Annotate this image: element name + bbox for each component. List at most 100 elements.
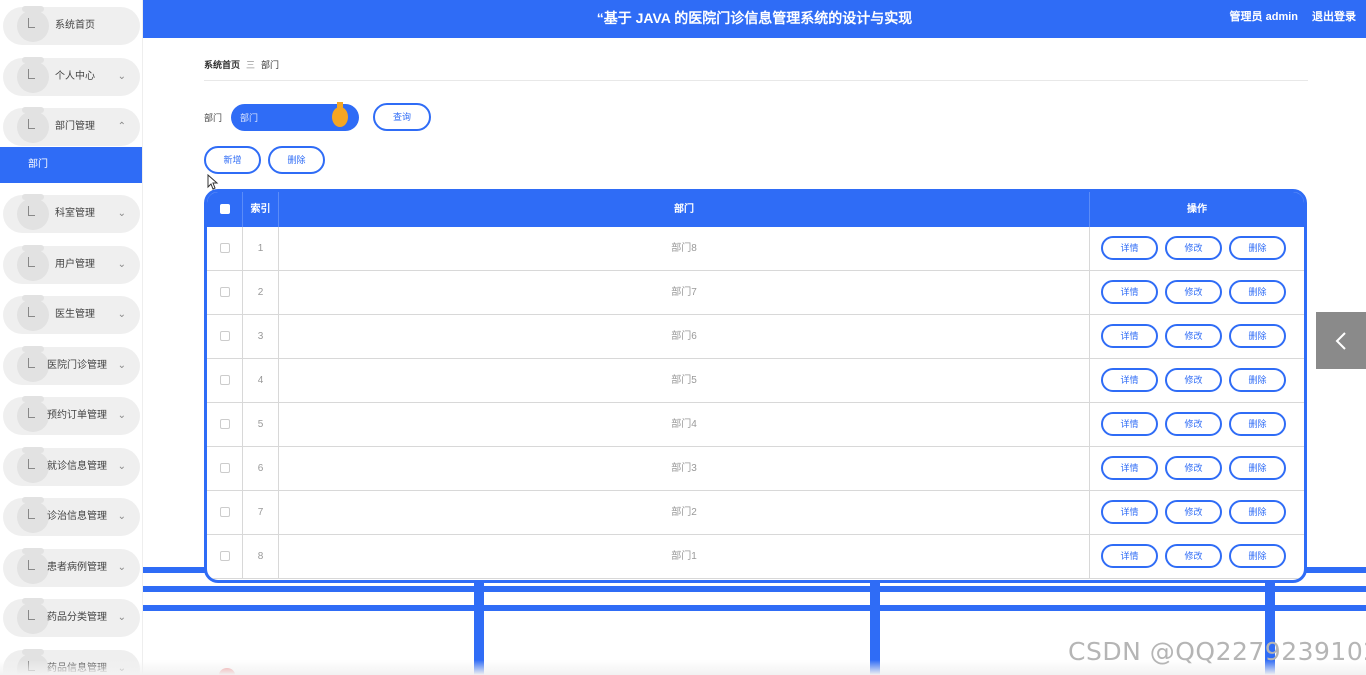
table-row: 3 部门6 详情 修改 删除 (207, 315, 1304, 359)
row-checkbox[interactable] (219, 419, 230, 430)
sidebar-item[interactable]: 药品信息管理 ⌄ (3, 649, 140, 675)
detail-button[interactable]: 详情 (1101, 324, 1158, 348)
row-checkbox[interactable] (219, 243, 230, 254)
sidebar-item[interactable]: 科室管理 ⌄ (3, 194, 140, 233)
sidebar-item[interactable]: 个人中心 ⌄ (3, 57, 140, 96)
batch-delete-button[interactable]: 删除 (268, 146, 325, 174)
breadcrumb: 系统首页三部门 (204, 58, 279, 71)
row-department-name: 部门3 (279, 447, 1090, 491)
row-department-name: 部门6 (279, 315, 1090, 359)
delete-button[interactable]: 删除 (1229, 456, 1286, 480)
edit-button[interactable]: 修改 (1165, 236, 1222, 260)
row-checkbox[interactable] (219, 551, 230, 562)
sidebar-item[interactable]: 医生管理 ⌄ (3, 295, 140, 334)
table-row: 4 部门5 详情 修改 删除 (207, 359, 1304, 403)
chevron-down-icon: ⌄ (117, 259, 126, 270)
edit-button[interactable]: 修改 (1165, 280, 1222, 304)
menu-item-icon (17, 346, 49, 382)
edit-button[interactable]: 修改 (1165, 324, 1222, 348)
row-department-name: 部门5 (279, 359, 1090, 403)
detail-button[interactable]: 详情 (1101, 500, 1158, 524)
decor-line (474, 567, 484, 675)
row-select-cell (207, 315, 243, 359)
column-header-department: 部门 (279, 192, 1090, 227)
row-department-name: 部门7 (279, 271, 1090, 315)
detail-button[interactable]: 详情 (1101, 412, 1158, 436)
menu-item-icon (17, 245, 49, 281)
edit-button[interactable]: 修改 (1165, 412, 1222, 436)
chevron-down-icon: ⌄ (117, 511, 126, 522)
search-label: 部门 (204, 113, 223, 123)
row-checkbox[interactable] (219, 375, 230, 386)
delete-button[interactable]: 删除 (1229, 544, 1286, 568)
chevron-down-icon: ⌄ (117, 309, 126, 320)
sidebar-item[interactable]: 就诊信息管理 ⌄ (3, 447, 140, 486)
select-all-cell (207, 192, 243, 227)
edit-button[interactable]: 修改 (1165, 368, 1222, 392)
delete-button[interactable]: 删除 (1229, 280, 1286, 304)
red-dot-icon (219, 668, 235, 675)
sidebar-item[interactable]: 患者病例管理 ⌄ (3, 548, 140, 587)
row-checkbox[interactable] (219, 463, 230, 474)
detail-button[interactable]: 详情 (1101, 456, 1158, 480)
edit-button[interactable]: 修改 (1165, 544, 1222, 568)
sidebar-item-label: 药品分类管理 (47, 612, 107, 623)
edit-button[interactable]: 修改 (1165, 456, 1222, 480)
delete-button[interactable]: 删除 (1229, 324, 1286, 348)
add-button[interactable]: 新增 (204, 146, 261, 174)
delete-button[interactable]: 删除 (1229, 368, 1286, 392)
current-user: 管理员 admin (1229, 11, 1298, 23)
row-checkbox[interactable] (219, 287, 230, 298)
table-row: 1 部门8 详情 修改 删除 (207, 227, 1304, 271)
menu-item-icon (17, 107, 49, 143)
detail-button[interactable]: 详情 (1101, 544, 1158, 568)
sidebar-item-label: 系统首页 (55, 20, 95, 31)
detail-button[interactable]: 详情 (1101, 236, 1158, 260)
delete-button[interactable]: 删除 (1229, 412, 1286, 436)
collapse-panel-button[interactable] (1316, 312, 1366, 369)
logout-link[interactable]: 退出登录 (1312, 0, 1356, 34)
sidebar-item-label: 医院门诊管理 (47, 360, 107, 371)
row-select-cell (207, 403, 243, 447)
row-actions: 详情 修改 删除 (1090, 359, 1304, 403)
decor-line (143, 586, 1366, 592)
sidebar-item[interactable]: 药品分类管理 ⌄ (3, 598, 140, 637)
sidebar-item[interactable]: 系统首页 (3, 6, 140, 45)
delete-button[interactable]: 删除 (1229, 500, 1286, 524)
row-checkbox[interactable] (219, 507, 230, 518)
query-button[interactable]: 查询 (373, 103, 431, 131)
chevron-down-icon: ⌄ (117, 461, 126, 472)
edit-button[interactable]: 修改 (1165, 500, 1222, 524)
sidebar-item[interactable]: 预约订单管理 ⌄ (3, 396, 140, 435)
menu-item-icon (17, 649, 49, 675)
menu-item-icon (17, 6, 49, 42)
chevron-down-icon: ⌄ (117, 562, 126, 573)
sidebar-item[interactable]: 诊治信息管理 ⌄ (3, 497, 140, 536)
sidebar-item-label: 就诊信息管理 (47, 461, 107, 472)
sidebar-item[interactable]: 部门管理 ⌃ (3, 107, 140, 146)
row-index: 1 (243, 227, 279, 271)
detail-button[interactable]: 详情 (1101, 280, 1158, 304)
row-select-cell (207, 227, 243, 271)
sidebar-subitem-department[interactable]: 部门 (0, 147, 142, 183)
breadcrumb-separator-icon: 三 (246, 60, 256, 70)
select-all-checkbox[interactable] (219, 204, 230, 215)
table-row: 7 部门2 详情 修改 删除 (207, 491, 1304, 535)
chevron-left-icon (1335, 332, 1346, 350)
row-index: 7 (243, 491, 279, 535)
breadcrumb-home[interactable]: 系统首页 (204, 60, 240, 70)
delete-button[interactable]: 删除 (1229, 236, 1286, 260)
table-row: 2 部门7 详情 修改 删除 (207, 271, 1304, 315)
row-checkbox[interactable] (219, 331, 230, 342)
row-index: 8 (243, 535, 279, 579)
sidebar: 系统首页 个人中心 ⌄ 部门管理 ⌃ 科室管理 ⌄ 用户管理 ⌄ 医生管理 ⌄ 医院门诊管理 ⌄ 预约订单… (0, 0, 143, 675)
sidebar-item[interactable]: 医院门诊管理 ⌄ (3, 346, 140, 385)
detail-button[interactable]: 详情 (1101, 368, 1158, 392)
menu-item-icon (17, 295, 49, 331)
mouse-cursor-icon (207, 174, 219, 190)
row-actions: 详情 修改 删除 (1090, 227, 1304, 271)
row-actions: 详情 修改 删除 (1090, 315, 1304, 359)
table-row: 6 部门3 详情 修改 删除 (207, 447, 1304, 491)
watermark: CSDN @QQ2279239102 (1068, 637, 1366, 666)
sidebar-item[interactable]: 用户管理 ⌄ (3, 245, 140, 284)
